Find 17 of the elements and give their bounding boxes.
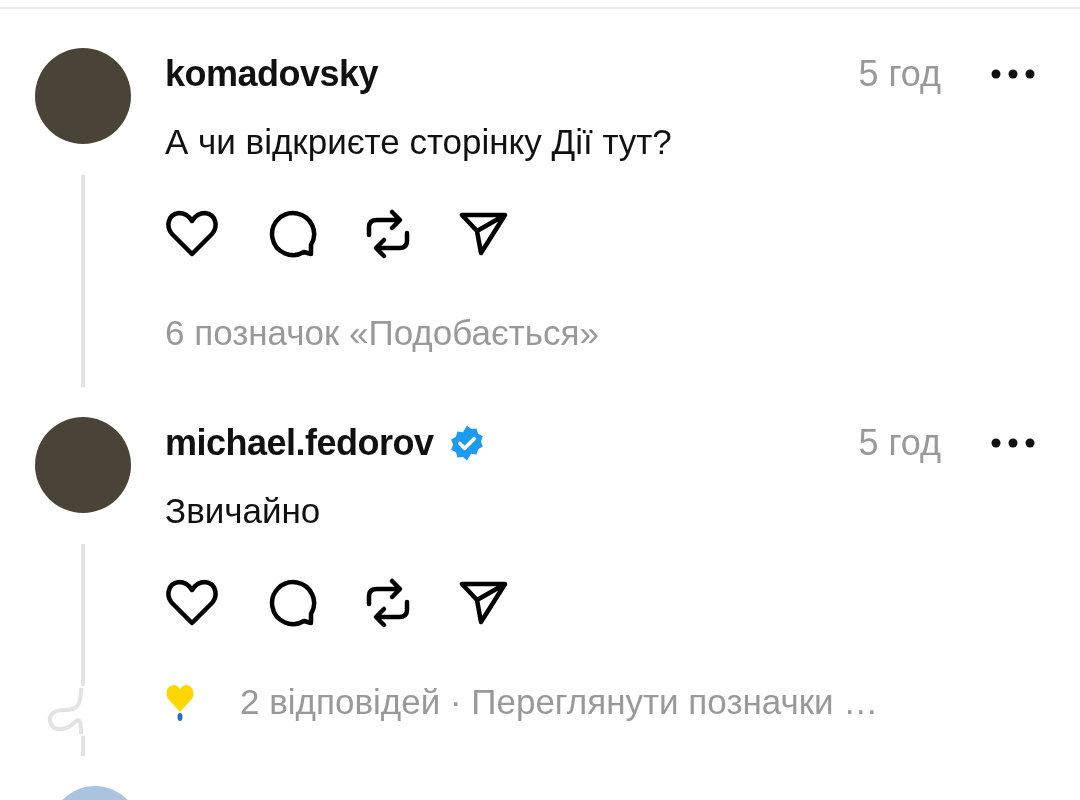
repost-icon[interactable] <box>365 207 411 261</box>
repost-icon[interactable] <box>365 576 411 630</box>
heart-icon[interactable] <box>165 210 219 258</box>
more-options-icon[interactable] <box>991 69 1035 79</box>
comment-text: А чи відкриєте сторінку Дії тут? <box>165 121 673 163</box>
more-options-icon[interactable] <box>991 438 1035 448</box>
comment-text: Звичайно <box>165 490 322 532</box>
send-icon[interactable] <box>459 211 509 257</box>
heart-icon[interactable] <box>165 579 219 627</box>
comment-icon[interactable] <box>267 578 317 628</box>
username[interactable]: komadovsky <box>165 53 379 95</box>
send-icon[interactable] <box>459 580 509 626</box>
post-time: 5 год <box>858 422 941 464</box>
post-time: 5 год <box>858 53 941 95</box>
comment-icon[interactable] <box>267 209 317 259</box>
heart-icon <box>165 682 195 722</box>
username[interactable]: michael.fedorov <box>165 422 434 464</box>
